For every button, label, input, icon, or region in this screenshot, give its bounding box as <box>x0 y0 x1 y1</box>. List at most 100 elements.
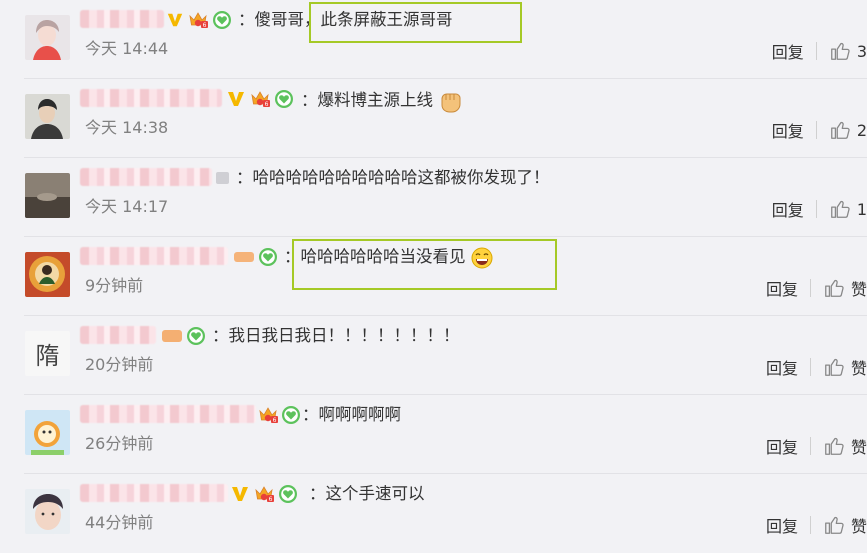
like-count: 赞 <box>850 280 867 299</box>
comment-time: 今天 14:44 <box>85 39 169 58</box>
username[interactable] <box>80 484 228 502</box>
comment-actions: 回复 赞 <box>766 273 867 303</box>
avatar[interactable] <box>25 94 70 139</box>
fist-emoji-icon <box>441 93 461 113</box>
green-heart-badge-icon <box>258 247 278 267</box>
orange-badge-icon <box>232 248 256 266</box>
username[interactable] <box>80 168 212 186</box>
comment-text: ：这个手速可以 <box>309 484 425 503</box>
comment-time: 9分钟前 <box>85 276 144 295</box>
avatar[interactable]: 隋 <box>25 331 70 376</box>
crown-badge-icon <box>257 405 279 425</box>
username[interactable] <box>80 247 228 265</box>
crown-badge-icon <box>252 484 276 504</box>
green-heart-badge-icon <box>186 326 206 346</box>
reply-button[interactable]: 回复 <box>772 39 804 63</box>
user-badges <box>230 483 298 505</box>
comment-time: 20分钟前 <box>85 355 154 374</box>
thumbs-up-icon <box>823 435 845 457</box>
user-badges <box>214 167 232 189</box>
green-heart-badge-icon <box>281 405 301 425</box>
username[interactable] <box>80 89 222 107</box>
green-heart-badge-icon <box>278 484 298 504</box>
comment-text-body: ：爆料博主源上线 <box>301 90 433 110</box>
comment-actions: 回复 2 <box>772 115 867 145</box>
like-button[interactable]: 1 <box>829 198 867 220</box>
like-button[interactable]: 3 <box>829 40 867 62</box>
comment-row: ：啊啊啊啊啊 26分钟前 回复 赞 <box>0 395 867 474</box>
like-button[interactable]: 2 <box>829 119 867 141</box>
like-count: 1 <box>856 199 867 219</box>
username[interactable] <box>80 326 156 344</box>
comment-row: ：哈哈哈哈哈哈哈哈哈哈这都被你发现了！ 今天 14:17 回复 1 <box>0 158 867 237</box>
thumbs-up-icon <box>829 198 851 220</box>
action-divider <box>809 516 811 534</box>
crown-badge-icon <box>186 10 210 30</box>
comment-actions: 回复 1 <box>772 194 867 224</box>
vip-v-icon <box>166 11 184 29</box>
reply-button[interactable]: 回复 <box>772 118 804 142</box>
user-badges <box>166 9 232 31</box>
user-badges <box>226 88 294 110</box>
avatar-glyph: 隋 <box>35 342 60 370</box>
comment-time: 44分钟前 <box>85 513 154 532</box>
comment-row: ：爆料博主源上线 今天 14:38 回复 2 <box>0 79 867 158</box>
thumbs-up-icon <box>823 277 845 299</box>
like-count: 赞 <box>850 359 867 378</box>
reply-button[interactable]: 回复 <box>772 197 804 221</box>
comment-time: 26分钟前 <box>85 434 154 453</box>
vip-v-icon <box>230 484 250 504</box>
user-badges <box>257 404 301 426</box>
avatar[interactable] <box>25 410 70 455</box>
crown-badge-icon <box>248 89 272 109</box>
avatar[interactable] <box>25 15 70 60</box>
action-divider <box>809 437 811 455</box>
comment-actions: 回复 3 <box>772 36 867 66</box>
thumbs-up-icon <box>823 514 845 536</box>
comment-row: 隋 ：我日我日我日！！！！！！！！ 20分钟前 回复 赞 <box>0 316 867 395</box>
thumbs-up-icon <box>829 40 851 62</box>
green-heart-badge-icon <box>274 89 294 109</box>
comment-text: ：哈哈哈哈哈哈哈哈哈哈这都被你发现了！ <box>236 168 550 187</box>
highlight-box <box>309 2 522 43</box>
avatar[interactable] <box>25 252 70 297</box>
avatar[interactable] <box>25 489 70 534</box>
comment-row: ：这个手速可以 44分钟前 回复 赞 <box>0 474 867 553</box>
orange-badge-icon <box>160 327 184 345</box>
like-count: 赞 <box>850 517 867 536</box>
comment-text: ：啊啊啊啊啊 <box>302 405 401 424</box>
like-button[interactable]: 赞 <box>823 355 867 379</box>
like-count: 3 <box>856 41 867 61</box>
comment-actions: 回复 赞 <box>766 510 867 540</box>
reply-button[interactable]: 回复 <box>766 513 798 537</box>
action-divider <box>809 358 811 376</box>
comment-text: ：爆料博主源上线 <box>301 88 464 114</box>
user-badges <box>160 325 206 347</box>
thumbs-up-icon <box>823 356 845 378</box>
like-button[interactable]: 赞 <box>823 276 867 300</box>
action-divider <box>809 279 811 297</box>
like-button[interactable]: 赞 <box>823 434 867 458</box>
comment-actions: 回复 赞 <box>766 352 867 382</box>
like-count: 2 <box>856 120 867 140</box>
vip-v-icon <box>226 89 246 109</box>
highlight-box <box>292 239 557 290</box>
action-divider <box>815 121 817 139</box>
avatar[interactable] <box>25 173 70 218</box>
reply-button[interactable]: 回复 <box>766 355 798 379</box>
action-divider <box>815 42 817 60</box>
reply-button[interactable]: 回复 <box>766 434 798 458</box>
action-divider <box>815 200 817 218</box>
grey-badge-icon <box>214 169 232 187</box>
green-heart-badge-icon <box>212 10 232 30</box>
username[interactable] <box>80 405 256 423</box>
like-button[interactable]: 赞 <box>823 513 867 537</box>
username[interactable] <box>80 10 164 28</box>
comment-text: ：我日我日我日！！！！！！！！ <box>212 326 460 345</box>
reply-button[interactable]: 回复 <box>766 276 798 300</box>
comment-actions: 回复 赞 <box>766 431 867 461</box>
comment-time: 今天 14:38 <box>85 118 169 137</box>
comment-time: 今天 14:17 <box>85 197 169 216</box>
like-count: 赞 <box>850 438 867 457</box>
thumbs-up-icon <box>829 119 851 141</box>
